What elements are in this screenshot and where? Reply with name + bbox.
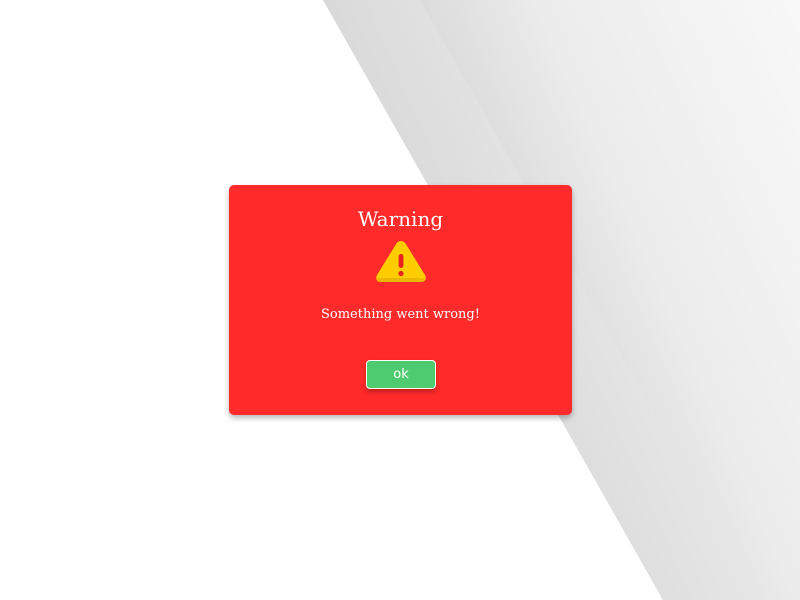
warning-dialog: Warning Something went wrong! ok <box>229 185 572 415</box>
dialog-message: Something went wrong! <box>321 307 480 322</box>
dialog-title: Warning <box>357 207 444 231</box>
warning-triangle-icon <box>376 241 426 282</box>
page-background: Warning Something went wrong! ok <box>0 0 800 600</box>
ok-button[interactable]: ok <box>366 360 436 389</box>
